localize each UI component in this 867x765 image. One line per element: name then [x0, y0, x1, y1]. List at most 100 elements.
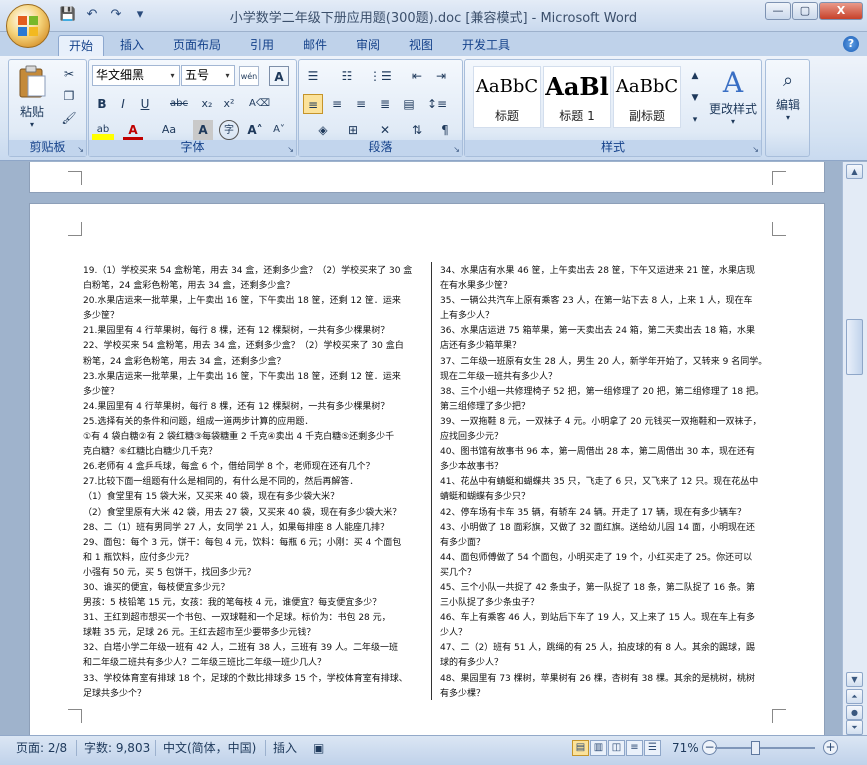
text-line[interactable]: 多少本故事书？	[440, 460, 778, 475]
text-line[interactable]: 48、果园里有 73 棵树，苹果树有 26 棵，杏树有 38 棵。其余的是桃树，…	[440, 672, 778, 687]
sort-icon[interactable]: ⇅	[407, 120, 427, 140]
maximize-button[interactable]: ▢	[792, 2, 818, 20]
draft-view-icon[interactable]: ☰	[644, 740, 661, 756]
text-line[interactable]: 36、水果店运进 75 箱苹果，第一天卖出去 24 箱，第二天卖出去 18 箱，…	[440, 324, 778, 339]
text-line[interactable]: 上有多少人？	[440, 309, 778, 324]
enclose-characters-icon[interactable]: 字	[219, 120, 239, 140]
dialog-launcher-icon[interactable]: ↘	[77, 145, 84, 154]
page-indicator[interactable]: 页面: 2/8	[16, 739, 67, 757]
text-line[interactable]: 45、三个小队一共捉了 42 条虫子，第一队捉了 18 条，第二队捉了 16 条…	[440, 581, 778, 596]
web-layout-icon[interactable]: ◫	[608, 740, 625, 756]
bullets-icon[interactable]: ☰	[303, 66, 323, 86]
grow-font-icon[interactable]: A˄	[245, 120, 265, 140]
italic-icon[interactable]: I	[113, 94, 133, 114]
paste-button[interactable]: 粘贴 ▾	[15, 64, 49, 129]
text-line[interactable]: 41、花丛中有蜻蜓和蝴蝶共 35 只，飞走了 6 只，又飞来了 12 只。现在花…	[440, 475, 778, 490]
text-line[interactable]: 22、学校买来 54 盒粉笔，用去 34 盒，还剩多少盒？（2）学校买来了 30…	[83, 339, 425, 354]
borders-icon[interactable]: ⊞	[343, 120, 363, 140]
format-painter-icon[interactable]: 🖌	[59, 108, 79, 128]
text-line[interactable]: 38、三个小组一共修理椅子 52 把，第一组修理了 20 把，第二组修理了 18…	[440, 385, 778, 400]
font-size-combo[interactable]: 五号 ▾	[181, 65, 235, 86]
shading-icon[interactable]: ◈	[313, 120, 333, 140]
show-marks-icon[interactable]: ¶	[435, 120, 455, 140]
text-line[interactable]: 47、二（2）班有 51 人，跳绳的有 25 人，拍皮球的有 8 人。其余的踢球…	[440, 641, 778, 656]
text-line[interactable]: 23.水果店运来一批苹果，上午卖出 16 筐，下午卖出 18 筐，还剩 12 筐…	[83, 370, 425, 385]
tab-mailings[interactable]: 邮件	[293, 35, 337, 56]
insert-mode-indicator[interactable]: 插入	[273, 739, 297, 757]
text-line[interactable]: 34、水果店有水果 46 筐，上午卖出去 28 筐，下午又运进来 21 筐，水果…	[440, 264, 778, 279]
cut-icon[interactable]: ✂	[59, 64, 79, 84]
text-line[interactable]: 蜻蜓和蝴蝶有多少只？	[440, 490, 778, 505]
text-line[interactable]: 足球共多少个？	[83, 687, 425, 702]
minimize-button[interactable]: —	[765, 2, 791, 20]
text-line[interactable]: 买几个？	[440, 566, 778, 581]
tab-page-layout[interactable]: 页面布局	[163, 35, 231, 56]
align-center-icon[interactable]: ≡	[327, 94, 347, 114]
increase-indent-icon[interactable]: ⇥	[431, 66, 451, 86]
chinese-layout-icon[interactable]: ✕	[375, 120, 395, 140]
tab-review[interactable]: 审阅	[346, 35, 390, 56]
text-line[interactable]: 27.比较下面一组题有什么是相同的，有什么是不同的，然后再解答．	[83, 475, 425, 490]
change-case-icon[interactable]: Aa	[159, 120, 179, 140]
align-right-icon[interactable]: ≡	[351, 94, 371, 114]
text-line[interactable]: 33、学校体育室有排球 18 个，足球的个数比排球多 15 个，学校体育室有排球…	[83, 672, 425, 687]
text-line[interactable]: 39、一双拖鞋 8 元，一双袜子 4 元。小明拿了 20 元钱买一双拖鞋和一双袜…	[440, 415, 778, 430]
document-page[interactable]: 19.（1）学校买来 54 盒粉笔，用去 34 盒，还剩多少盒？（2）学校买来了…	[29, 203, 825, 735]
justify-icon[interactable]: ≣	[375, 94, 395, 114]
text-line[interactable]: 在有水果多少筐？	[440, 279, 778, 294]
text-line[interactable]: 第三组修理了多少把？	[440, 400, 778, 415]
font-name-combo[interactable]: 华文细黑 ▾	[92, 65, 180, 86]
text-line[interactable]: 多少筐？	[83, 385, 425, 400]
zoom-in-icon[interactable]: +	[823, 740, 838, 755]
text-line[interactable]: 球鞋 35 元，足球 26 元。王红去超市至少要带多少元钱？	[83, 626, 425, 641]
text-line[interactable]: 31、王红到超市想买一个书包、一双球鞋和一个足球。标价为：书包 28 元，	[83, 611, 425, 626]
text-line[interactable]: 30、谁买的便宜，每枝便宜多少元？	[83, 581, 425, 596]
text-line[interactable]: 25.选择有关的条件和问题，组成一道两步计算的应用题．	[83, 415, 425, 430]
bold-icon[interactable]: B	[92, 94, 112, 114]
tab-developer[interactable]: 开发工具	[452, 35, 520, 56]
text-line[interactable]: 店还有多少箱苹果？	[440, 339, 778, 354]
text-line[interactable]: 和二年级二班共有多少人？二年级三班比二年级一班少几人？	[83, 656, 425, 671]
text-line[interactable]: 男孩：5 枝铅笔 15 元，女孩：我的笔每枝 4 元，谁便宜？每支便宜多少？	[83, 596, 425, 611]
tab-insert[interactable]: 插入	[110, 35, 154, 56]
scroll-up-icon[interactable]: ▲	[846, 164, 863, 179]
tab-view[interactable]: 视图	[399, 35, 443, 56]
close-button[interactable]: X	[819, 2, 863, 20]
text-line[interactable]: 35、一辆公共汽车上原有乘客 23 人，在第一站下去 8 人，上来 1 人，现在…	[440, 294, 778, 309]
text-line[interactable]: （1）食堂里有 15 袋大米，又买来 40 袋，现在有多少袋大米？	[83, 490, 425, 505]
scrollbar-thumb[interactable]	[846, 319, 863, 375]
help-icon[interactable]: ?	[843, 36, 859, 52]
zoom-slider-track[interactable]	[715, 747, 815, 749]
numbering-icon[interactable]: ☷	[337, 66, 357, 86]
dialog-launcher-icon[interactable]: ↘	[453, 145, 460, 154]
text-line[interactable]: 29、面包：每个 3 元，饼干：每包 4 元，饮料：每瓶 6 元；小刚：买 4 …	[83, 536, 425, 551]
text-line[interactable]: 白粉笔，24 盒彩色粉笔，用去 34 盒，还剩多少盒？	[83, 279, 425, 294]
phonetic-guide-icon[interactable]: wén	[239, 66, 259, 86]
scroll-down-icon[interactable]: ▼	[846, 672, 863, 687]
word-count[interactable]: 字数: 9,803	[84, 739, 150, 757]
chevron-down-icon[interactable]: ▾	[221, 66, 234, 85]
underline-icon[interactable]: U	[135, 94, 155, 114]
style-subtitle[interactable]: AaBbC 副标题	[613, 66, 681, 128]
language-indicator[interactable]: 中文(简体，中国)	[163, 739, 256, 757]
multilevel-list-icon[interactable]: ⋮☰	[369, 66, 392, 86]
macro-record-icon[interactable]: ▣	[313, 739, 324, 757]
text-line[interactable]: 球的有多少人？	[440, 656, 778, 671]
text-line[interactable]: 有多少面？	[440, 536, 778, 551]
text-line[interactable]: 37、二年级一班原有女生 28 人，男生 20 人，新学年开始了，又转来 9 名…	[440, 355, 778, 370]
text-line[interactable]: 现在二年级一班共有多少人？	[440, 370, 778, 385]
dialog-launcher-icon[interactable]: ↘	[287, 145, 294, 154]
text-line[interactable]: 粉笔，24 盒彩色粉笔，用去 34 盒，还剩多少盒？	[83, 355, 425, 370]
print-layout-view-icon[interactable]: ▤	[572, 740, 589, 756]
text-line[interactable]: 克白糖？⑥红糖比白糖少几千克？	[83, 445, 425, 460]
text-line[interactable]: 24.果园里有 4 行苹果树，每行 8 棵，还有 12 棵梨树，一共有多少棵果树…	[83, 400, 425, 415]
styles-scroll-up-icon[interactable]: ▲	[685, 66, 705, 88]
zoom-level[interactable]: 71%	[672, 739, 699, 757]
distributed-icon[interactable]: ▤	[399, 94, 419, 114]
text-line[interactable]: 有多少棵？	[440, 687, 778, 702]
highlight-icon[interactable]: ab	[92, 120, 114, 140]
zoom-slider-thumb[interactable]	[751, 741, 760, 755]
left-column[interactable]: 19.（1）学校买来 54 盒粉笔，用去 34 盒，还剩多少盒？（2）学校买来了…	[83, 264, 425, 702]
text-line[interactable]: （2）食堂里原有大米 42 袋，用去 27 袋，又买来 40 袋，现在有多少袋大…	[83, 506, 425, 521]
style-title[interactable]: AaBbC 标题	[473, 66, 541, 128]
